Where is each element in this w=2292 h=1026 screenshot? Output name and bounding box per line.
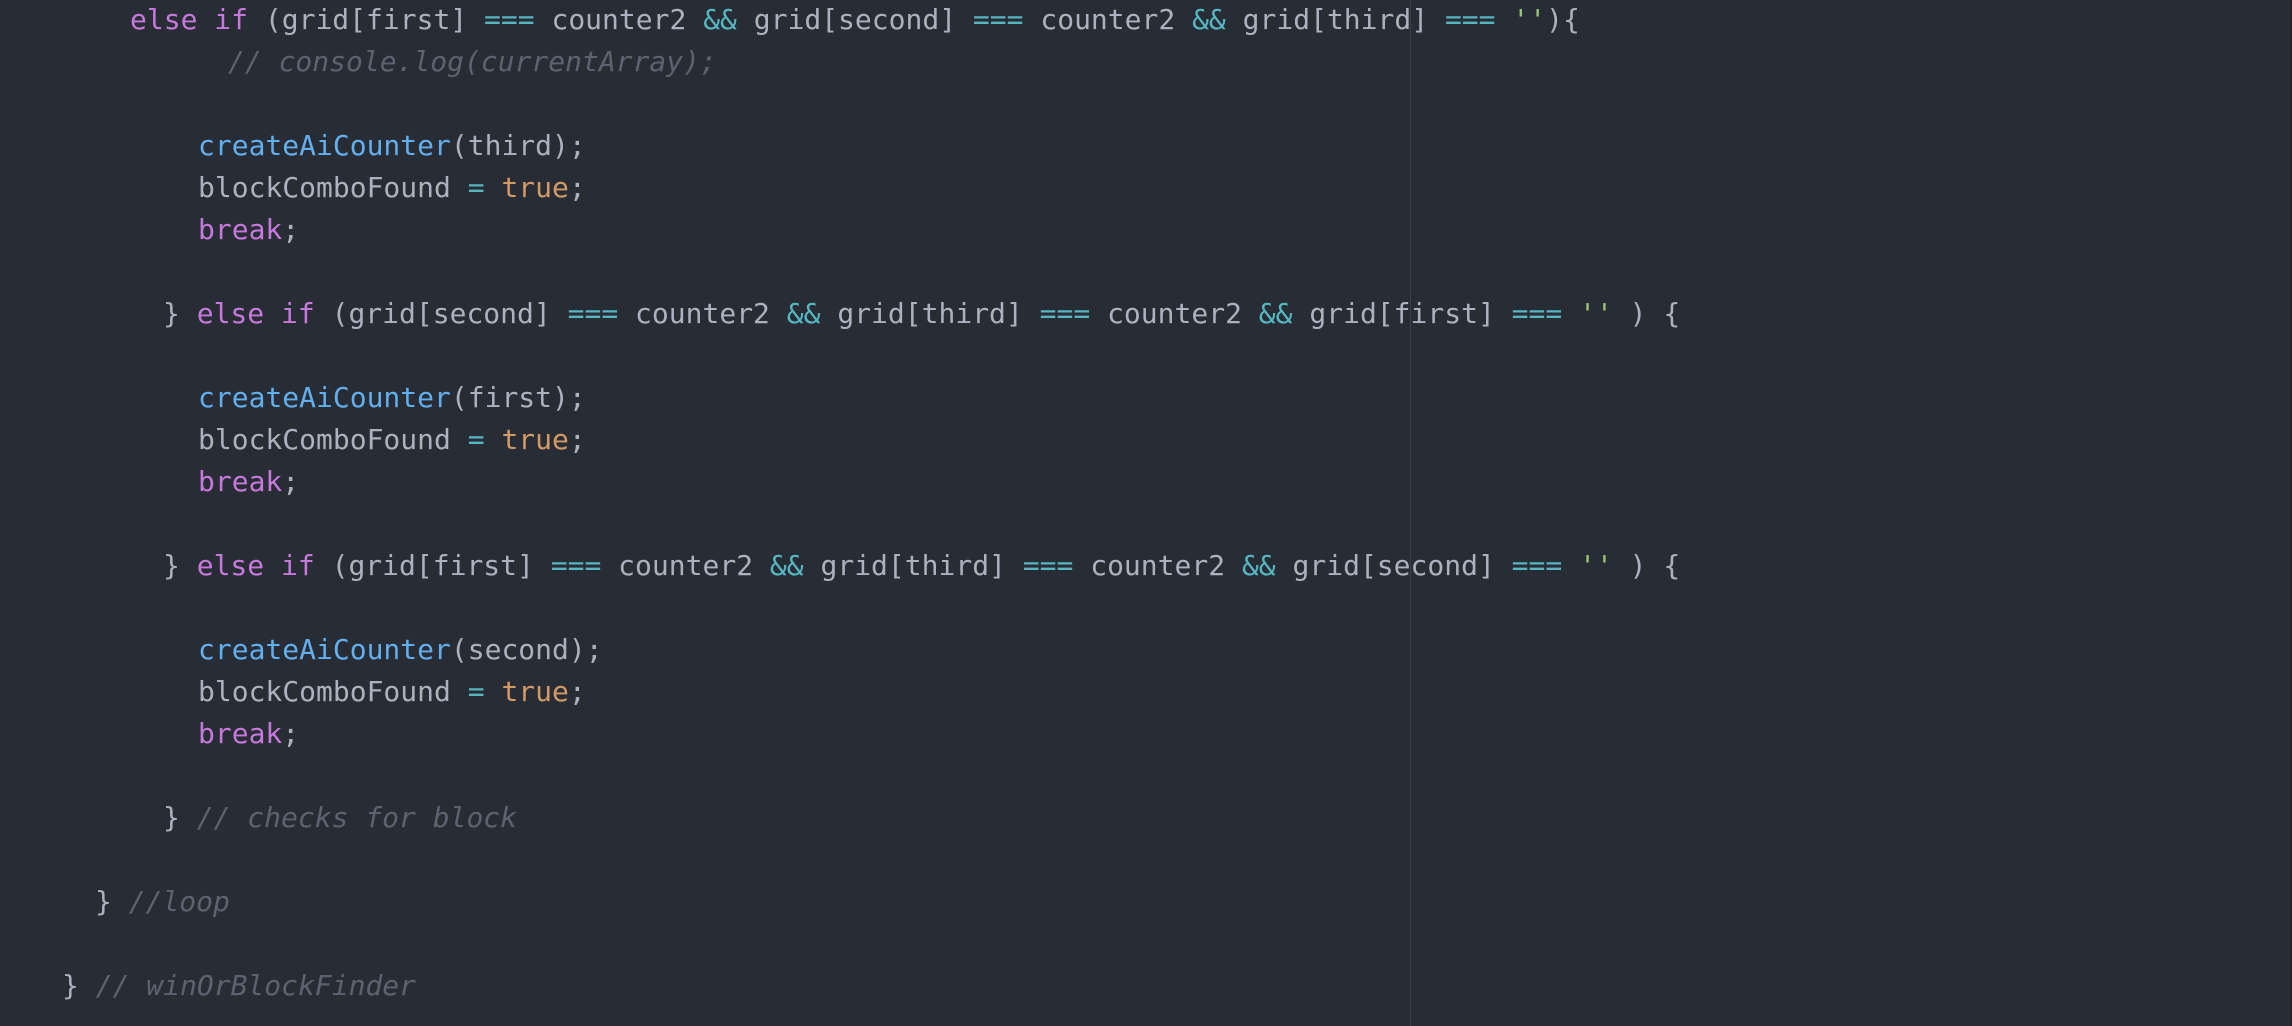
code-token-pl: ; — [282, 717, 300, 750]
code-token-pl: (second); — [450, 633, 603, 666]
code-token-pl: (grid[first] — [248, 3, 485, 36]
code-token-pl: grid[first] — [1292, 297, 1512, 330]
code-token-pl: ){ — [1546, 3, 1580, 36]
code-text-area[interactable]: else if (grid[first] === counter2 && gri… — [0, 0, 2292, 1026]
code-token-pl: blockComboFound — [198, 675, 468, 708]
code-token-pl: (third); — [450, 129, 586, 162]
code-line[interactable]: } // checks for block — [163, 797, 517, 839]
code-token-fn: createAiCounter — [198, 381, 451, 414]
code-token-pl: blockComboFound — [198, 171, 468, 204]
code-line[interactable]: } // winOrBlockFinder — [62, 965, 416, 1007]
code-token-kw: else if — [196, 549, 315, 582]
code-token-pl: grid[third] — [820, 297, 1040, 330]
code-line[interactable]: createAiCounter(second); — [198, 629, 603, 671]
code-token-pl: counter2 — [1073, 549, 1242, 582]
code-token-pl: } — [95, 885, 129, 918]
code-token-op: && — [1192, 3, 1226, 36]
code-line[interactable]: } else if (grid[first] === counter2 && g… — [163, 545, 1680, 587]
code-token-str: '' — [1512, 3, 1547, 36]
code-token-pl: (grid[first] — [314, 549, 551, 582]
code-token-pl: counter2 — [1090, 297, 1259, 330]
code-line[interactable]: } //loop — [95, 881, 230, 923]
code-line[interactable]: createAiCounter(first); — [198, 377, 586, 419]
code-token-op: && — [703, 3, 737, 36]
code-token-pl: ; — [568, 675, 586, 708]
code-token-op: === — [1511, 549, 1563, 582]
code-token-op: === — [972, 3, 1024, 36]
code-token-op: && — [769, 549, 804, 582]
code-line[interactable]: else if (grid[first] === counter2 && gri… — [130, 0, 1580, 41]
code-token-op: === — [567, 297, 619, 330]
code-token-cm: //loop — [128, 885, 230, 918]
code-token-op: === — [550, 549, 602, 582]
code-token-op: === — [1022, 549, 1074, 582]
code-line[interactable]: } else if (grid[second] === counter2 && … — [163, 293, 1680, 335]
code-token-pl: ; — [568, 423, 586, 456]
code-line[interactable]: createAiCounter(third); — [198, 125, 586, 167]
code-token-pl: } — [163, 549, 197, 582]
code-token-op: === — [1511, 297, 1563, 330]
code-line[interactable]: break; — [198, 461, 299, 503]
code-token-str: '' — [1579, 549, 1613, 582]
code-token-fn: createAiCounter — [198, 129, 451, 162]
code-token-bool: true — [501, 171, 569, 204]
code-line[interactable]: break; — [198, 713, 299, 755]
code-token-str: '' — [1579, 297, 1613, 330]
code-token-fn: createAiCounter — [198, 633, 451, 666]
code-token-pl: } — [62, 969, 96, 1002]
code-token-pl: } — [163, 801, 197, 834]
code-token-pl: grid[third] — [1225, 3, 1445, 36]
code-token-pl: counter2 — [618, 297, 787, 330]
code-token-pl: blockComboFound — [198, 423, 468, 456]
wrap-guide-line — [1410, 0, 1411, 1026]
code-token-op: && — [786, 297, 821, 330]
code-token-op: = — [467, 171, 485, 204]
code-token-pl: ) { — [1612, 549, 1681, 582]
code-line[interactable]: blockComboFound = true; — [198, 419, 586, 461]
code-token-op: === — [1444, 3, 1496, 36]
code-token-bool: true — [501, 423, 569, 456]
code-line[interactable]: break; — [198, 209, 299, 251]
code-token-kw: break — [198, 465, 283, 498]
code-token-kw: break — [198, 717, 283, 750]
code-token-pl: counter2 — [1023, 3, 1193, 36]
code-token-op: === — [1039, 297, 1091, 330]
code-token-bool: true — [501, 675, 569, 708]
code-token-pl: counter2 — [601, 549, 770, 582]
code-line[interactable]: blockComboFound = true; — [198, 671, 586, 713]
code-token-pl: (first); — [450, 381, 586, 414]
code-line[interactable]: blockComboFound = true; — [198, 167, 586, 209]
code-token-pl: grid[third] — [803, 549, 1023, 582]
code-token-pl: ; — [282, 465, 300, 498]
code-token-cm: // console.log(currentArray); — [228, 45, 717, 78]
code-token-pl: grid[second] — [736, 3, 973, 36]
code-token-op: && — [1241, 549, 1276, 582]
code-token-pl: (grid[second] — [314, 297, 568, 330]
code-token-op: === — [484, 3, 535, 36]
code-token-kw: break — [198, 213, 283, 246]
code-token-op: = — [467, 675, 485, 708]
code-token-pl: ; — [568, 171, 586, 204]
code-editor[interactable]: else if (grid[first] === counter2 && gri… — [0, 0, 2292, 1026]
code-token-pl: counter2 — [534, 3, 704, 36]
code-token-pl: ) { — [1612, 297, 1681, 330]
code-token-kw: else if — [196, 297, 315, 330]
code-token-kw: else if — [130, 3, 249, 36]
code-token-pl: } — [163, 297, 197, 330]
code-token-pl: ; — [282, 213, 300, 246]
code-line[interactable]: // console.log(currentArray); — [228, 41, 717, 83]
code-token-cm: // checks for block — [196, 801, 518, 834]
code-token-pl: grid[second] — [1275, 549, 1512, 582]
code-token-cm: // winOrBlockFinder — [95, 969, 417, 1002]
code-token-op: = — [467, 423, 485, 456]
code-token-op: && — [1258, 297, 1293, 330]
